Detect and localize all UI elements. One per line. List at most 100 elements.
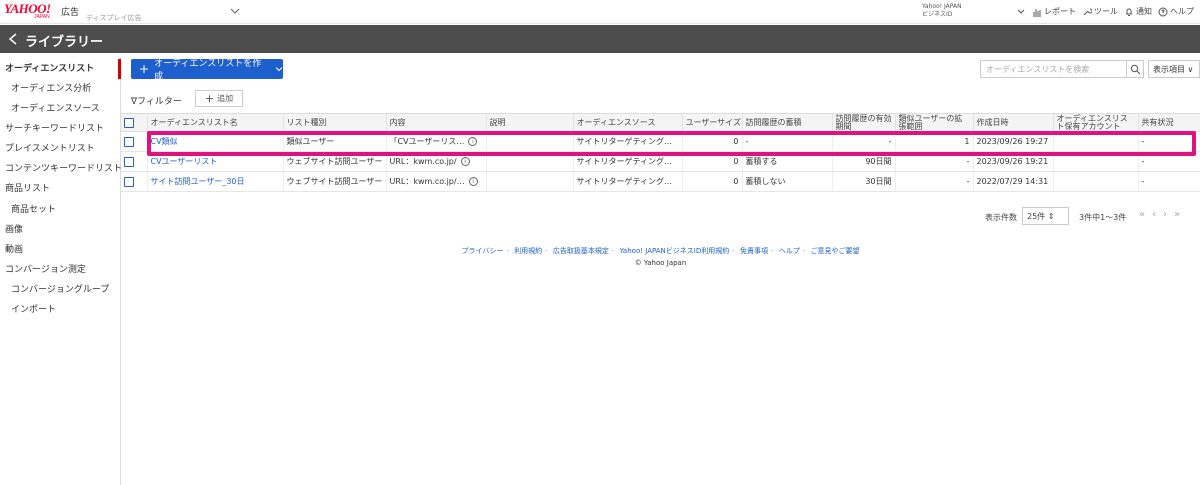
add-filter-button[interactable]: + 追加	[195, 90, 243, 107]
sidebar-item-audience-list[interactable]: オーディエンスリスト	[0, 59, 121, 79]
col-header-description[interactable]: 説明	[486, 113, 574, 132]
footer: プライバシー - 利用規約 - 広告取扱基本規定 - Yahoo! JAPANビジネス…	[121, 246, 1200, 267]
sidebar-item-audience-analysis[interactable]: オーディエンス分析	[0, 79, 121, 99]
last-page-icon[interactable]: »	[1174, 209, 1180, 220]
sidebar-item-placement-list[interactable]: プレイスメントリスト	[0, 139, 121, 159]
cell-description	[486, 171, 574, 192]
cell-owner	[1053, 171, 1139, 192]
row-checkbox[interactable]	[124, 136, 134, 147]
col-header-user-size[interactable]: ユーザーサイズ	[682, 113, 743, 132]
cell-content: URL：kwm.co.jp/i	[386, 151, 487, 172]
chevron-down-icon[interactable]	[229, 5, 241, 17]
col-header-share[interactable]: 共有状況	[1138, 113, 1200, 132]
cell-user-size: 0	[682, 171, 743, 192]
footer-link-business-id-terms[interactable]: Yahoo! JAPANビジネスID利用規約	[620, 247, 730, 255]
info-icon[interactable]: i	[468, 137, 478, 146]
select-all-cell	[121, 113, 148, 132]
cell-content: 「CVユーザーリス… i	[386, 131, 487, 152]
cell-user-size: 0	[682, 131, 743, 152]
report-icon	[1033, 8, 1041, 16]
cell-range: -	[895, 171, 974, 192]
sidebar-item-import[interactable]: インポート	[0, 300, 121, 320]
audience-list-link[interactable]: CV類似	[151, 137, 178, 146]
sidebar-item-images[interactable]: 画像	[0, 220, 121, 240]
account-menu-chevron[interactable]	[1016, 7, 1026, 17]
audience-list-link[interactable]: サイト訪問ユーザー_30日	[151, 177, 245, 186]
footer-link-feedback[interactable]: ご意見やご要望	[811, 247, 860, 255]
back-arrow-icon[interactable]	[7, 32, 19, 46]
footer-link-terms[interactable]: 利用規約	[514, 247, 542, 255]
cell-share: -	[1138, 131, 1200, 152]
footer-link-disclaimer[interactable]: 免責事項	[740, 247, 768, 255]
display-items-dropdown[interactable]: 表示項目 ∨	[1148, 60, 1200, 78]
cell-type: ウェブサイト訪問ユーザー	[283, 151, 387, 172]
first-page-icon[interactable]: «	[1139, 209, 1145, 220]
sidebar-item-conversion-group[interactable]: コンバージョングループ	[0, 280, 121, 300]
account-type: ディスプレイ広告	[86, 14, 142, 22]
cell-created: 2022/07/29 14:31	[973, 171, 1054, 192]
account-name[interactable]: Yahoo! JAPAN ビジネスID	[922, 3, 962, 19]
sidebar-item-conversion-measurement[interactable]: コンバージョン測定	[0, 260, 121, 280]
cell-description	[486, 151, 574, 172]
row-select-cell	[121, 171, 148, 192]
plus-icon: +	[139, 62, 150, 76]
notice-link[interactable]: 通知	[1124, 6, 1152, 17]
table-header-row: オーディエンスリスト名 リスト種別 内容 説明 オーディエンスソース ユーザーサ…	[121, 113, 1200, 132]
page-range: 3件中1～3件	[1079, 213, 1127, 222]
copyright: © Yahoo Japan	[634, 259, 687, 267]
table-row: CVユーザーリスト ウェブサイト訪問ユーザー URL：kwm.co.jp/i サ…	[121, 151, 1200, 172]
logo-ad-label: 広告	[61, 8, 80, 18]
col-header-content[interactable]: 内容	[386, 113, 487, 132]
audience-list-link[interactable]: CVユーザーリスト	[151, 157, 218, 166]
next-page-icon[interactable]: ›	[1163, 209, 1167, 220]
row-checkbox[interactable]	[124, 176, 134, 187]
col-header-owner[interactable]: オーディエンスリスト保有アカウント	[1053, 113, 1139, 132]
cell-created: 2023/09/26 19:21	[973, 151, 1054, 172]
top-bar: YAHOO! JAPAN 広告 ディスプレイ広告 Yahoo! JAPAN ビジ…	[0, 0, 1200, 24]
tools-link[interactable]: ツール	[1082, 6, 1118, 17]
audience-list-table: オーディエンスリスト名 リスト種別 内容 説明 オーディエンスソース ユーザーサ…	[121, 113, 1200, 192]
search-button[interactable]	[1126, 60, 1144, 78]
cell-source: サイトリターゲティングタグ	[573, 171, 683, 192]
footer-link-privacy[interactable]: プライバシー	[461, 247, 503, 255]
chevron-down-icon	[1017, 9, 1025, 14]
col-header-period[interactable]: 訪問履歴の有効期間	[832, 113, 896, 132]
cell-type: ウェブサイト訪問ユーザー	[283, 171, 387, 192]
col-header-created[interactable]: 作成日時	[973, 113, 1054, 132]
cell-user-size: 0	[682, 151, 743, 172]
col-header-type[interactable]: リスト種別	[283, 113, 387, 132]
col-header-name[interactable]: オーディエンスリスト名	[147, 113, 284, 132]
cell-share: -	[1138, 151, 1200, 172]
sidebar-item-product-list[interactable]: 商品リスト	[0, 179, 121, 199]
select-all-checkbox[interactable]	[124, 117, 134, 128]
footer-link-help[interactable]: ヘルプ	[779, 247, 800, 255]
sidebar-item-audience-source[interactable]: オーディエンスソース	[0, 99, 121, 119]
col-header-range[interactable]: 類似ユーザーの拡張範囲	[895, 113, 974, 132]
logo-sub: JAPAN	[34, 14, 50, 20]
cell-period: -	[832, 131, 896, 152]
filter-button[interactable]: ∇フィルター	[131, 94, 182, 107]
sidebar-item-search-keyword-list[interactable]: サーチキーワードリスト	[0, 119, 121, 139]
sidebar-item-product-set[interactable]: 商品セット	[0, 200, 121, 220]
chevron-down-icon	[275, 67, 283, 72]
footer-link-ad-terms[interactable]: 広告取扱基本規定	[553, 247, 609, 255]
cell-name: サイト訪問ユーザー_30日	[147, 171, 284, 192]
page-title: ライブラリー	[25, 35, 104, 50]
info-icon[interactable]: i	[460, 157, 470, 166]
col-header-source[interactable]: オーディエンスソース	[573, 113, 683, 132]
pagination: 表示件数 25件 ⇕ 3件中1～3件 « ‹ › »	[121, 207, 1200, 227]
row-checkbox[interactable]	[124, 156, 134, 167]
search-input[interactable]: オーディエンスリストを検索	[980, 60, 1127, 78]
cell-description	[486, 131, 574, 152]
prev-page-icon[interactable]: ‹	[1152, 209, 1156, 220]
report-link[interactable]: レポート	[1032, 6, 1076, 17]
cell-accumulate: -	[742, 131, 833, 152]
info-icon[interactable]: i	[468, 177, 478, 186]
main-content: + オーディエンスリストを作成 オーディエンスリストを検索 表示項目 ∨ ∇フィ…	[121, 53, 1200, 485]
per-page-select[interactable]: 25件 ⇕	[1022, 207, 1069, 225]
help-link[interactable]: ヘルプ	[1158, 6, 1194, 17]
sidebar-item-content-keyword-list[interactable]: コンテンツキーワードリスト	[0, 159, 122, 179]
col-header-accumulate[interactable]: 訪問履歴の蓄積	[742, 113, 833, 132]
sidebar-item-videos[interactable]: 動画	[0, 240, 121, 260]
create-audience-list-button[interactable]: + オーディエンスリストを作成	[131, 59, 283, 82]
